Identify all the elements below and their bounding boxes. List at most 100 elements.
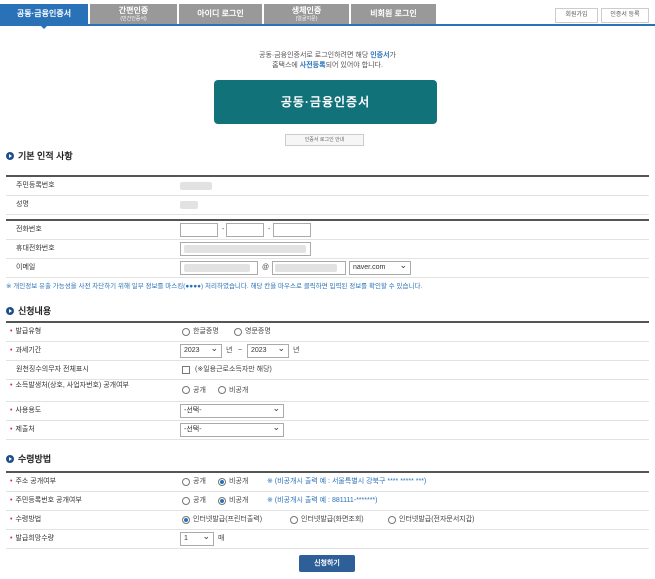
label-issue-type: • 발급유형 <box>6 323 168 341</box>
label-address-public: • 주소 공개여부 <box>6 473 168 491</box>
submit-to-select[interactable]: -선택- <box>180 421 284 437</box>
tab-certificate-login[interactable]: 공동·금융인증서 <box>0 4 89 29</box>
radio-address-private[interactable] <box>218 478 226 486</box>
label-mobile: 휴대전화번호 <box>16 245 55 252</box>
label-email: 이메일 <box>16 264 36 271</box>
row-issue-type: • 발급유형 한글증명 영문증명 <box>6 323 649 342</box>
certificate-login-button[interactable]: 공동·금융인증서 <box>214 80 437 124</box>
copies-unit: 매 <box>218 535 225 542</box>
required-mark: • <box>10 478 13 485</box>
option-label: 한글증명 <box>193 328 219 335</box>
label-resident-public: • 주민등록번호 공개여부 <box>6 492 168 510</box>
row-disclosure: • 소득발생처(상호, 사업자번호) 공개여부 공개 비공개 <box>6 380 649 402</box>
masked-value <box>275 264 337 272</box>
copies-select[interactable]: 1 <box>180 530 214 546</box>
label-resident-no: 주민등록번호 <box>16 182 55 189</box>
receive-table: • 주소 공개여부 공개 비공개 ※ (비공개시 출력 예 : 서울특별시 강북구… <box>6 471 649 549</box>
option-label: 인터넷발급(프린터출력) <box>193 516 263 523</box>
required-mark: • <box>10 382 13 389</box>
section-bullet-icon <box>6 307 14 315</box>
year-to-select[interactable]: 2023 <box>247 342 289 358</box>
section-bullet-icon <box>6 152 14 160</box>
label-copies: • 발급희망수량 <box>6 530 168 548</box>
label-text: 사용용도 <box>15 407 42 414</box>
join-button[interactable]: 회원가입 <box>555 8 598 23</box>
dash: - <box>268 226 271 233</box>
option-label: 공개 <box>193 478 206 485</box>
tab-sublabel: (민간인증서) <box>120 16 147 22</box>
label-text: 발급유형 <box>15 328 42 335</box>
row-purpose: • 사용용도 -선택- <box>6 402 649 421</box>
withholding-checkbox[interactable] <box>182 366 190 374</box>
row-resident-public: • 주민등록번호 공개여부 공개 비공개 ※ (비공개시 출력 예 : 88111… <box>6 492 649 511</box>
section-basic-info: 기본 인적 사항 <box>6 150 73 162</box>
radio-address-public[interactable] <box>182 478 190 486</box>
intro-line-1: 공동·금융인증서로 로그인하려면 해당 인증서가 <box>0 50 655 60</box>
radio-method-screen[interactable] <box>290 516 298 524</box>
radio-nondisclose[interactable] <box>218 386 226 394</box>
tab-simple-auth[interactable]: 간편인증 (민간인증서) <box>90 4 178 24</box>
radio-method-wallet[interactable] <box>388 516 396 524</box>
option-label: 공개 <box>193 387 206 394</box>
tab-biometric[interactable]: 생체인증 (얼굴지문) <box>264 4 350 24</box>
certificate-guide-button[interactable]: 인증서 로그인 안내 <box>285 134 364 146</box>
email-domain-select[interactable]: naver.com <box>349 259 411 275</box>
option-label: 공개 <box>193 497 206 504</box>
option-label: 인터넷발급(전자문서지갑) <box>399 516 475 523</box>
intro-text: 공동·금융인증서로 로그인하려면 해당 <box>259 52 371 59</box>
purpose-select[interactable]: -선택- <box>180 402 284 418</box>
dash: - <box>222 226 225 233</box>
withholding-text: (※일용근로소득자만 해당) <box>195 366 272 373</box>
intro-emphasis: 사전등록 <box>299 62 326 69</box>
intro-text: 홈택스에 <box>272 62 300 69</box>
tab-guest-login[interactable]: 비회원 로그인 <box>351 4 437 24</box>
section-title: 수령방법 <box>18 454 52 464</box>
tab-label: 비회원 로그인 <box>370 9 417 18</box>
label-text: 발급희망수량 <box>15 535 55 542</box>
intro-text: 되어 있어야 합니다. <box>325 62 383 69</box>
cert-register-button[interactable]: 인증서 등록 <box>601 8 649 23</box>
tab-label: 공동·금융인증서 <box>16 9 72 18</box>
row-submit-to: • 제출처 -선택- <box>6 421 649 440</box>
row-method: • 수령방법 인터넷발급(프린터출력) 인터넷발급(화면조회) 인터넷발급(전자문… <box>6 511 649 530</box>
row-mobile: 휴대전화번호 <box>6 240 649 259</box>
radio-resident-private[interactable] <box>218 497 226 505</box>
section-title: 기본 인적 사항 <box>18 151 73 161</box>
radio-resident-public[interactable] <box>182 497 190 505</box>
section-bullet-icon <box>6 455 14 463</box>
option-label: 비공개 <box>229 478 249 485</box>
masked-value <box>184 245 306 253</box>
label-purpose: • 사용용도 <box>6 402 168 420</box>
resident-example: ※ (비공개시 출력 예 : 881111-*******) <box>267 497 378 504</box>
phone-field-3[interactable] <box>273 223 311 237</box>
apply-submit-button[interactable]: 신청하기 <box>299 555 355 572</box>
email-at: @ <box>262 264 270 271</box>
radio-english[interactable] <box>234 328 242 336</box>
row-name: 성명 <box>6 196 649 215</box>
radio-korean[interactable] <box>182 328 190 336</box>
option-label: 인터넷발급(화면조회) <box>301 516 364 523</box>
label-text: 수령방법 <box>15 516 42 523</box>
label-text: 소득발생처(상호, 사업자번호) 공개여부 <box>15 382 129 389</box>
row-address-public: • 주소 공개여부 공개 비공개 ※ (비공개시 출력 예 : 서울특별시 강북구… <box>6 473 649 492</box>
section-receive: 수령방법 <box>6 453 51 465</box>
tab-id-login[interactable]: 아이디 로그인 <box>179 4 263 24</box>
label-submit-to: • 제출처 <box>6 421 168 439</box>
tab-label: 간편인증 <box>118 6 149 15</box>
radio-method-print[interactable] <box>182 516 190 524</box>
phone-field-1[interactable] <box>180 223 218 237</box>
intro-emphasis: 인증서 <box>370 52 390 59</box>
section-apply: 신청내용 <box>6 305 51 317</box>
radio-disclose[interactable] <box>182 386 190 394</box>
year-from-select[interactable]: 2023 <box>180 342 222 358</box>
row-email: 이메일 @ naver.com <box>6 259 649 278</box>
option-label: 비공개 <box>229 387 249 394</box>
basic-info-table: 주민등록번호 성명 <box>6 175 649 215</box>
option-label: 비공개 <box>229 497 249 504</box>
label-method: • 수령방법 <box>6 511 168 529</box>
apply-table: •발급유형 한글증명 영문증명 •과세기간 2023 년 ~ 2023 년 원천… <box>6 321 649 440</box>
required-mark: • <box>10 535 13 542</box>
option-label: 영문증명 <box>245 328 271 335</box>
tilde: ~ <box>238 347 243 354</box>
phone-field-2[interactable] <box>226 223 264 237</box>
